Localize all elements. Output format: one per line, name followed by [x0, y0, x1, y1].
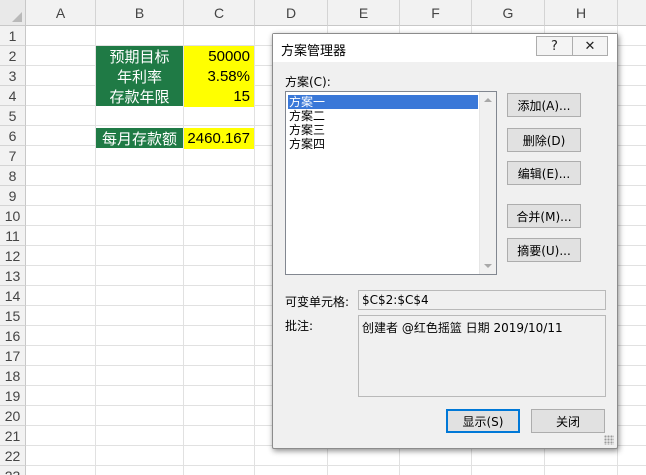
summary-button[interactable]: 摘要(U)...	[507, 238, 581, 262]
edit-button[interactable]: 编辑(E)...	[507, 161, 581, 185]
merge-button[interactable]: 合并(M)...	[507, 204, 581, 228]
row-header-9[interactable]: 9	[0, 186, 26, 206]
comment-label: 批注:	[285, 319, 314, 333]
column-header-partial	[618, 0, 646, 26]
show-button[interactable]: 显示(S)	[446, 409, 520, 433]
cell-c3-rate-value[interactable]: 3.58%	[184, 66, 254, 87]
row-header-14[interactable]: 14	[0, 286, 26, 306]
scenarios-label: 方案(C):	[285, 75, 331, 89]
scroll-up-icon[interactable]	[484, 98, 492, 102]
row-header-13[interactable]: 13	[0, 266, 26, 286]
delete-button[interactable]: 删除(D)	[507, 128, 581, 152]
row-header-17[interactable]: 17	[0, 346, 26, 366]
row-header-11[interactable]: 11	[0, 226, 26, 246]
cell-b4-years-label[interactable]: 存款年限	[96, 86, 183, 107]
dialog-titlebar[interactable]: 方案管理器 ? ✕	[273, 34, 617, 62]
gridline	[254, 26, 255, 475]
row-header-3[interactable]: 3	[0, 66, 26, 86]
row-header-23[interactable]: 23	[0, 466, 26, 475]
listbox-scrollbar[interactable]	[479, 92, 496, 274]
changing-cells-field: $C$2:$C$4	[358, 290, 606, 310]
column-header-d[interactable]: D	[255, 0, 328, 26]
list-item-scenario-1[interactable]: 方案一	[288, 95, 478, 109]
column-header-a[interactable]: A	[26, 0, 96, 26]
row-header-21[interactable]: 21	[0, 426, 26, 446]
row-header-10[interactable]: 10	[0, 206, 26, 226]
list-item-scenario-4[interactable]: 方案四	[288, 137, 478, 151]
dialog-title: 方案管理器	[281, 44, 347, 59]
column-header-f[interactable]: F	[400, 0, 472, 26]
gridline	[26, 465, 646, 466]
cell-c2-target-value[interactable]: 50000	[184, 46, 254, 67]
row-header-2[interactable]: 2	[0, 46, 26, 66]
column-header-c[interactable]: C	[184, 0, 255, 26]
add-button[interactable]: 添加(A)...	[507, 93, 581, 117]
column-header-b[interactable]: B	[96, 0, 184, 26]
close-icon[interactable]: ✕	[572, 36, 608, 56]
row-header-8[interactable]: 8	[0, 166, 26, 186]
row-header-22[interactable]: 22	[0, 446, 26, 466]
row-header-19[interactable]: 19	[0, 386, 26, 406]
column-header-e[interactable]: E	[328, 0, 400, 26]
cell-b3-rate-label[interactable]: 年利率	[96, 66, 183, 87]
row-header-7[interactable]: 7	[0, 146, 26, 166]
column-header-h[interactable]: H	[545, 0, 618, 26]
row-header-16[interactable]: 16	[0, 326, 26, 346]
cell-b2-target-label[interactable]: 预期目标	[96, 46, 183, 67]
row-header-18[interactable]: 18	[0, 366, 26, 386]
row-header-6[interactable]: 6	[0, 126, 26, 146]
close-button[interactable]: 关闭	[531, 409, 605, 433]
column-header-g[interactable]: G	[472, 0, 545, 26]
help-button[interactable]: ?	[536, 36, 572, 56]
row-header-5[interactable]: 5	[0, 106, 26, 126]
row-header-1[interactable]: 1	[0, 26, 26, 46]
select-all-corner[interactable]	[0, 0, 26, 26]
row-header-15[interactable]: 15	[0, 306, 26, 326]
list-item-scenario-2[interactable]: 方案二	[288, 109, 478, 123]
cell-b6-monthly-label[interactable]: 每月存款额	[96, 128, 183, 149]
comment-field: 创建者 @红色摇篮 日期 2019/10/11	[358, 315, 606, 397]
changing-cells-label: 可变单元格:	[285, 295, 350, 309]
row-header-20[interactable]: 20	[0, 406, 26, 426]
list-item-scenario-3[interactable]: 方案三	[288, 123, 478, 137]
cell-c4-years-value[interactable]: 15	[184, 86, 254, 107]
scenarios-listbox[interactable]: 方案一 方案二 方案三 方案四	[285, 91, 497, 275]
scroll-down-icon[interactable]	[484, 264, 492, 268]
row-header-12[interactable]: 12	[0, 246, 26, 266]
scenario-manager-dialog: 方案管理器 ? ✕ 方案(C): 方案一 方案二 方案三 方案四 添加(A)..…	[272, 33, 618, 449]
cell-c6-monthly-value[interactable]: 2460.167	[184, 128, 254, 149]
row-header-4[interactable]: 4	[0, 86, 26, 106]
resize-grip-icon[interactable]	[604, 435, 614, 445]
